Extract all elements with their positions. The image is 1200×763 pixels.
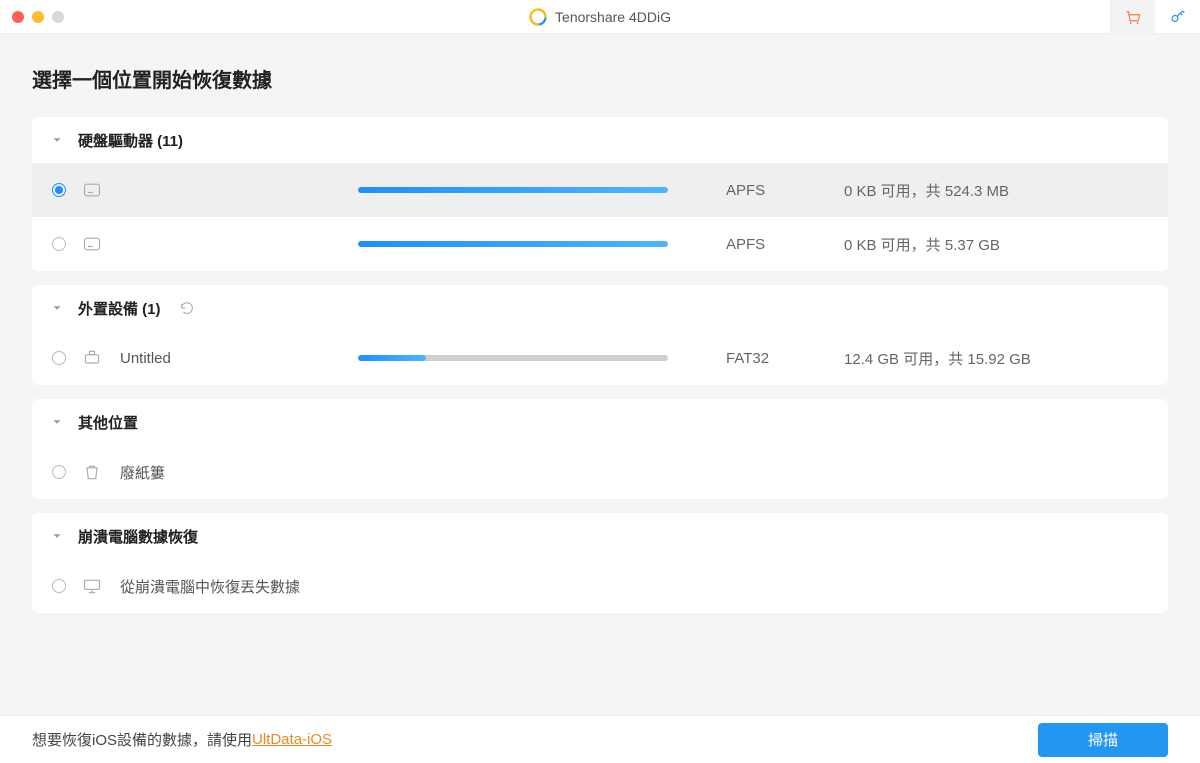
group-header-crash[interactable]: 崩潰電腦數據恢復	[32, 513, 1168, 559]
minimize-window-icon[interactable]	[32, 11, 44, 23]
close-window-icon[interactable]	[12, 11, 24, 23]
crash-radio[interactable]	[52, 579, 66, 593]
page-title: 選擇一個位置開始恢復數據	[32, 34, 1168, 117]
main-content: 選擇一個位置開始恢復數據 硬盤驅動器 (11) APFS 0 KB 可用，共 5…	[0, 34, 1200, 613]
app-title-label: Tenorshare 4DDiG	[555, 9, 671, 25]
footer-note-prefix: 想要恢復iOS設備的數據，請使用	[32, 729, 252, 750]
refresh-icon[interactable]	[179, 300, 195, 316]
external-fs: FAT32	[726, 350, 826, 367]
title-bar: Tenorshare 4DDiG	[0, 0, 1200, 34]
group-header-label: 外置設備 (1)	[78, 298, 161, 319]
group-header-label: 其他位置	[78, 412, 138, 433]
other-name: 廢紙簍	[120, 462, 340, 483]
zoom-window-icon[interactable]	[52, 11, 64, 23]
trash-icon	[82, 462, 102, 482]
monitor-icon	[82, 576, 102, 596]
drive-usage-bar	[358, 187, 668, 193]
group-header-label: 崩潰電腦數據恢復	[78, 526, 198, 547]
app-title: Tenorshare 4DDiG	[529, 8, 671, 26]
group-external: 外置設備 (1) Untitled FAT32 12.4 GB 可用，共 15.…	[32, 285, 1168, 385]
chevron-down-icon	[50, 301, 64, 315]
drive-usage-fill	[358, 187, 668, 193]
crash-row[interactable]: 從崩潰電腦中恢復丟失數據	[32, 559, 1168, 613]
external-radio[interactable]	[52, 351, 66, 365]
group-header-external[interactable]: 外置設備 (1)	[32, 285, 1168, 331]
drive-usage-fill	[358, 241, 668, 247]
external-name: Untitled	[120, 350, 340, 367]
chevron-down-icon	[50, 529, 64, 543]
group-header-other[interactable]: 其他位置	[32, 399, 1168, 445]
app-logo-icon	[529, 8, 547, 26]
drive-fs: APFS	[726, 236, 826, 253]
other-row[interactable]: 廢紙簍	[32, 445, 1168, 499]
scan-button[interactable]: 掃描	[1038, 723, 1168, 757]
external-row[interactable]: Untitled FAT32 12.4 GB 可用，共 15.92 GB	[32, 331, 1168, 385]
disk-icon	[82, 234, 102, 254]
usb-disk-icon	[82, 348, 102, 368]
drive-usage-bar	[358, 241, 668, 247]
disk-icon	[82, 180, 102, 200]
drive-row[interactable]: APFS 0 KB 可用，共 524.3 MB	[32, 163, 1168, 217]
chevron-down-icon	[50, 133, 64, 147]
footer-note-link[interactable]: UltData-iOS	[252, 731, 332, 748]
key-icon	[1169, 8, 1187, 26]
footer: 想要恢復iOS設備的數據，請使用 UltData-iOS 掃描	[0, 715, 1200, 763]
window-traffic-lights	[12, 11, 64, 23]
external-usage-fill	[358, 355, 426, 361]
cart-button[interactable]	[1110, 0, 1155, 33]
group-hard-drives: 硬盤驅動器 (11) APFS 0 KB 可用，共 524.3 MB APFS …	[32, 117, 1168, 271]
drive-radio[interactable]	[52, 183, 66, 197]
external-capacity: 12.4 GB 可用，共 15.92 GB	[844, 348, 1031, 369]
key-button[interactable]	[1155, 0, 1200, 33]
chevron-down-icon	[50, 415, 64, 429]
group-other: 其他位置 廢紙簍	[32, 399, 1168, 499]
drive-capacity: 0 KB 可用，共 5.37 GB	[844, 234, 1000, 255]
drive-capacity: 0 KB 可用，共 524.3 MB	[844, 180, 1009, 201]
other-radio[interactable]	[52, 465, 66, 479]
group-header-label: 硬盤驅動器 (11)	[78, 130, 183, 151]
group-header-hard-drives[interactable]: 硬盤驅動器 (11)	[32, 117, 1168, 163]
drive-fs: APFS	[726, 182, 826, 199]
title-bar-actions	[1110, 0, 1200, 33]
group-crash: 崩潰電腦數據恢復 從崩潰電腦中恢復丟失數據	[32, 513, 1168, 613]
drive-row[interactable]: APFS 0 KB 可用，共 5.37 GB	[32, 217, 1168, 271]
drive-radio[interactable]	[52, 237, 66, 251]
external-usage-bar	[358, 355, 668, 361]
cart-icon	[1124, 8, 1142, 26]
crash-name: 從崩潰電腦中恢復丟失數據	[120, 576, 300, 597]
